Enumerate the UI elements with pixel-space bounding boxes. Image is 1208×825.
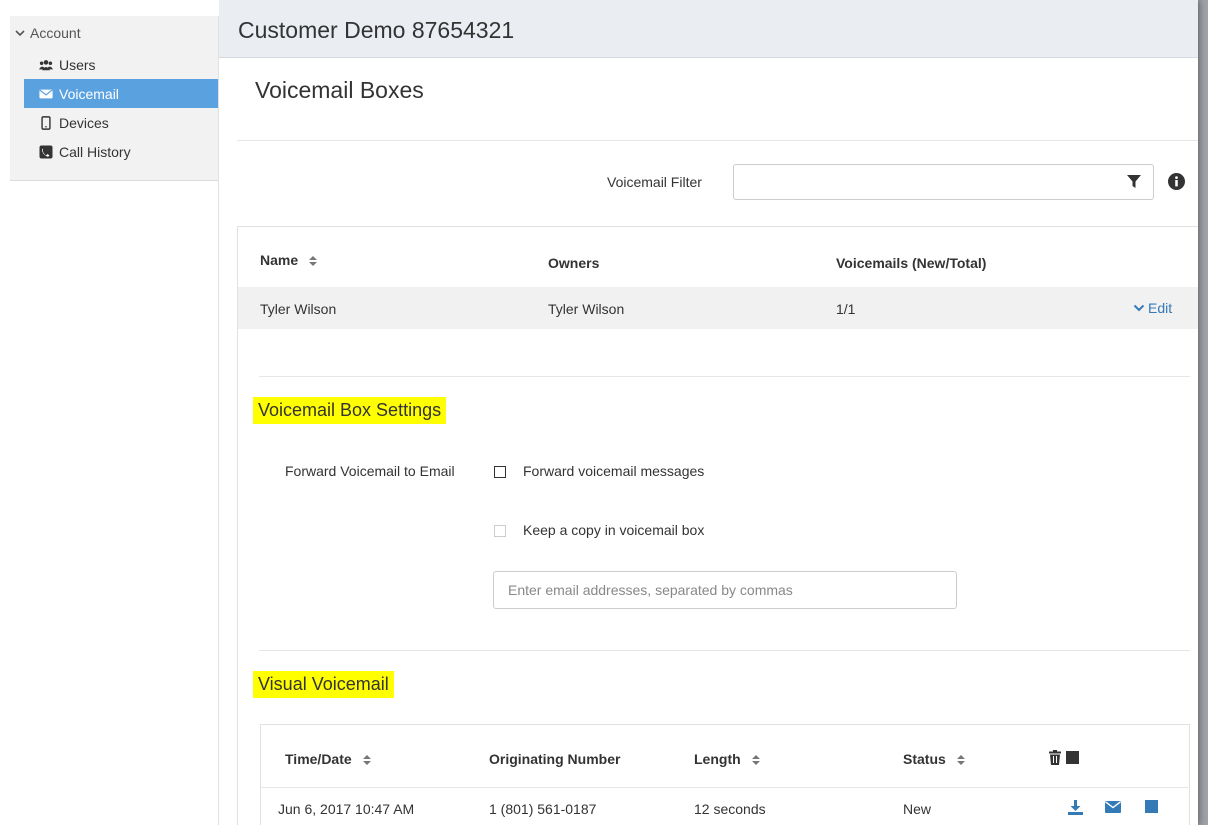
chevron-down-icon <box>1133 304 1145 312</box>
voicemail-filter-input[interactable] <box>733 164 1154 200</box>
column-header-voicemails: Voicemails (New/Total) <box>836 255 987 271</box>
sidebar-heading-account[interactable]: Account <box>10 16 218 50</box>
forward-voicemail-label: Forward Voicemail to Email <box>285 463 455 479</box>
filter-icon[interactable] <box>1127 175 1141 189</box>
divider <box>237 140 1198 141</box>
email-addresses-input[interactable] <box>493 571 957 609</box>
column-header-label: Length <box>694 751 741 767</box>
cell-status: New <box>903 801 932 817</box>
download-icon[interactable] <box>1068 800 1083 815</box>
column-header-status[interactable]: Status <box>903 751 966 767</box>
cell-time-date: Jun 6, 2017 10:47 AM <box>278 801 415 817</box>
visual-voicemail-heading: Visual Voicemail <box>253 671 394 698</box>
sidebar-item-voicemail[interactable]: Voicemail <box>24 79 218 108</box>
sort-icon <box>309 256 318 267</box>
info-icon[interactable] <box>1168 173 1185 190</box>
select-all-checkbox-icon[interactable] <box>1066 751 1079 764</box>
call-history-icon <box>39 145 53 158</box>
envelope-icon <box>39 89 53 98</box>
column-header-length[interactable]: Length <box>694 751 761 767</box>
account-header: Customer Demo 87654321 <box>219 0 1198 58</box>
column-header-label: Time/Date <box>285 751 352 767</box>
sidebar: Account Users Voicemail Devices Call His… <box>10 16 219 825</box>
sidebar-item-label: Voicemail <box>59 85 119 102</box>
cell-voicemails: 1/1 <box>836 301 856 317</box>
account-title: Customer Demo 87654321 <box>238 17 515 43</box>
divider <box>259 650 1190 651</box>
cell-name: Tyler Wilson <box>260 301 337 317</box>
sidebar-heading-label: Account <box>30 25 81 41</box>
keep-copy-option-label: Keep a copy in voicemail box <box>523 522 705 538</box>
sidebar-item-users[interactable]: Users <box>24 50 218 79</box>
voicemail-box-settings-heading: Voicemail Box Settings <box>253 397 447 424</box>
forward-voicemail-option-label: Forward voicemail messages <box>523 463 705 479</box>
sidebar-item-devices[interactable]: Devices <box>24 108 218 137</box>
phone-device-icon <box>41 115 51 130</box>
forward-voicemail-checkbox[interactable] <box>494 466 506 478</box>
column-header-originating-number: Originating Number <box>489 751 621 767</box>
sidebar-menu: Account Users Voicemail Devices Call His… <box>10 16 218 181</box>
sidebar-item-label: Call History <box>59 143 131 160</box>
keep-copy-checkbox[interactable] <box>494 525 506 537</box>
sort-icon <box>751 755 760 766</box>
column-header-name[interactable]: Name <box>260 252 318 268</box>
trash-icon[interactable] <box>1048 750 1062 765</box>
sidebar-item-call-history[interactable]: Call History <box>24 137 218 166</box>
cell-length: 12 seconds <box>694 801 766 817</box>
voicemail-filter-label: Voicemail Filter <box>607 174 702 190</box>
sort-icon <box>956 755 965 766</box>
cell-originating-number: 1 (801) 561-0187 <box>489 801 597 817</box>
cell-owners: Tyler Wilson <box>548 301 625 317</box>
envelope-icon[interactable] <box>1105 801 1121 813</box>
sidebar-item-label: Devices <box>59 114 109 131</box>
divider <box>259 376 1190 377</box>
table-row[interactable] <box>238 287 1198 329</box>
column-header-time-date[interactable]: Time/Date <box>285 751 372 767</box>
page-title: Voicemail Boxes <box>255 77 424 103</box>
chevron-down-icon <box>15 30 25 37</box>
column-header-label: Status <box>903 751 946 767</box>
column-header-label: Name <box>260 252 299 268</box>
column-header-owners: Owners <box>548 255 600 271</box>
app-window: Account Users Voicemail Devices Call His… <box>0 0 1198 825</box>
row-select-checkbox-icon[interactable] <box>1145 800 1158 813</box>
sort-icon <box>362 755 371 766</box>
edit-link-label: Edit <box>1148 300 1173 316</box>
users-icon <box>39 59 53 70</box>
sidebar-item-label: Users <box>59 56 96 73</box>
edit-link[interactable]: Edit <box>1133 300 1172 316</box>
